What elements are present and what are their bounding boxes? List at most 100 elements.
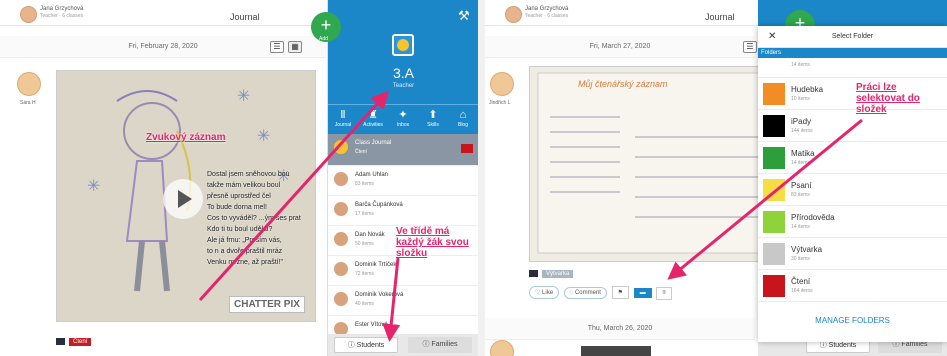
divider [478,0,485,356]
page-title: Journal [230,12,260,22]
popup-title: Select Folder [831,33,874,40]
post-date-2: Thu, March 26, 2020 [587,325,653,332]
post-photo[interactable]: ✳ ✳ ✳ ✳ Dostal jsem sněhovou bou takže mám v… [56,70,316,322]
avatar [334,172,348,186]
folder-swatch [763,243,785,265]
row-count: 50 items [355,241,374,247]
folder-select-icon[interactable]: ▬ [633,288,652,298]
row-name: Class Journal [355,140,392,146]
row-name: Dominik Trtíček [355,262,397,268]
folder-swatch [763,83,785,105]
folder-swatch [763,179,785,201]
add-label: Add [319,36,328,42]
class-role: Teacher [392,83,415,89]
student-row[interactable]: Barča Čupánková 17 items [328,196,478,226]
date-bar: Fri, February 28, 2020 ☰ ▦ [0,36,326,58]
folder-row[interactable]: Čtení 164 items [758,270,947,302]
page-title: Journal [705,12,735,22]
date-bar: Fri, March 27, 2020 ☰ [485,36,757,58]
tab-inbox[interactable]: ✦ Inbox [388,108,418,128]
folder-row[interactable]: Matika 14 items [758,142,947,174]
folder-name: Přírodověda [791,213,835,222]
row-name: Adam Uhlan [355,172,389,178]
folder-count: 10 items [791,96,810,102]
folder-row[interactable]: Přírodověda 14 items [758,206,947,238]
play-icon [178,190,192,208]
families-button[interactable]: ⓘ Families [408,337,472,353]
post-photo[interactable]: Můj čtenářský záznam [529,66,787,262]
class-tabs: Ⅱ Journal ♜ Activities ✦ Inbox ⬆ Skills ⌂ Blo… [328,104,478,134]
post-date: Fri, March 27, 2020 [589,43,651,50]
row-count: 72 items [355,271,374,277]
wrench-icon[interactable]: ⚒ [458,8,470,24]
folder-name: Matika [791,149,815,158]
annotation-folder: Ve třídě má každý žák svou složku [396,226,469,259]
date-bar-2: Thu, March 26, 2020 [485,318,755,340]
avatar [334,292,348,306]
left-screenshot: Jana Grzychová Teacher · 6 classes Journ… [0,0,478,356]
folder-count: 30 items [791,256,810,262]
student-row[interactable]: Dominik Vokerová 40 items [328,286,478,316]
tab-blog[interactable]: ⌂ Blog [448,108,478,128]
folder-count: 83 items [791,192,810,198]
folder-row[interactable]: Výtvarka 30 items [758,238,947,270]
avatar [334,262,348,276]
grid-view-icon[interactable]: ▦ [288,41,302,53]
row-count: 83 items [355,181,374,187]
tab-journal[interactable]: Ⅱ Journal [328,108,358,128]
folder-tag[interactable]: Čtení [69,338,92,347]
class-journal-row[interactable]: Class Journal Čtení [328,134,478,166]
flag-icon [461,144,473,153]
folder-row[interactable]: 14 items [758,58,947,78]
tab-activities[interactable]: ♜ Activities [358,108,388,128]
like-button[interactable]: ♡ Like [529,286,560,299]
user-avatar[interactable] [505,6,522,23]
list-view-icon[interactable]: ☰ [270,41,284,53]
post-actions: ♡ Like ◌ Comment ⚑ ▬ ⌾ [529,286,672,300]
folder-icon [56,338,65,345]
student-avatar[interactable] [17,72,41,96]
folder-name: Výtvarka [791,245,823,254]
comment-button[interactable]: ◌ Comment [563,287,607,299]
annotation-audio: Zvukový záznam [146,132,226,143]
list-view-icon[interactable]: ☰ [743,41,757,53]
svg-text:✳: ✳ [257,128,270,145]
student-row[interactable]: Dominik Trtíček 72 items [328,256,478,286]
folder-row[interactable]: Psaní 83 items [758,174,947,206]
student-avatar[interactable] [490,340,514,356]
avatar [334,232,348,246]
folder-name: Psaní [791,181,812,190]
folder-name: Hudebka [791,85,824,94]
user-name: Jana Grzychová [525,6,569,12]
student-avatar[interactable] [490,72,514,96]
photo-thumb[interactable] [581,346,651,356]
user-name: Jana Grzychová [40,6,84,12]
worksheet-title: Můj čtenářský záznam [578,79,668,89]
class-panel: 3.A Teacher ⚒ Ⅱ Journal ♜ Activities ✦ Inbo… [327,0,478,356]
folder-swatch [763,115,785,137]
folder-count: 14 items [791,224,810,230]
student-name: Sára H [20,100,36,106]
tab-skills[interactable]: ⬆ Skills [418,108,448,128]
class-name[interactable]: 3.A [328,65,478,81]
popup-header: ✕ Select Folder [758,26,947,48]
row-name: Dan Novák [355,232,385,238]
manage-folders-button[interactable]: MANAGE FOLDERS [758,316,947,325]
post-date: Fri, February 28, 2020 [128,43,198,50]
students-button[interactable]: ⓘ Students [334,337,398,353]
user-role: Teacher · 6 classes [525,13,569,19]
folder-swatch [763,275,785,297]
post-tags: Čtení [56,338,92,347]
student-row[interactable]: Adam Uhlan 83 items [328,166,478,196]
folder-tag[interactable]: Výtvarka [542,270,574,279]
folder-swatch [763,211,785,233]
svg-text:✳: ✳ [87,178,100,195]
folder-count: 144 items [791,128,813,134]
folder-count: 164 items [791,288,813,294]
skills-icon[interactable]: ⚑ [611,286,630,299]
user-avatar[interactable] [20,6,37,23]
row-count: 17 items [355,211,374,217]
share-icon[interactable]: ⌾ [656,287,672,300]
row-name: Dominik Vokerová [355,292,404,298]
play-button[interactable] [163,179,203,219]
